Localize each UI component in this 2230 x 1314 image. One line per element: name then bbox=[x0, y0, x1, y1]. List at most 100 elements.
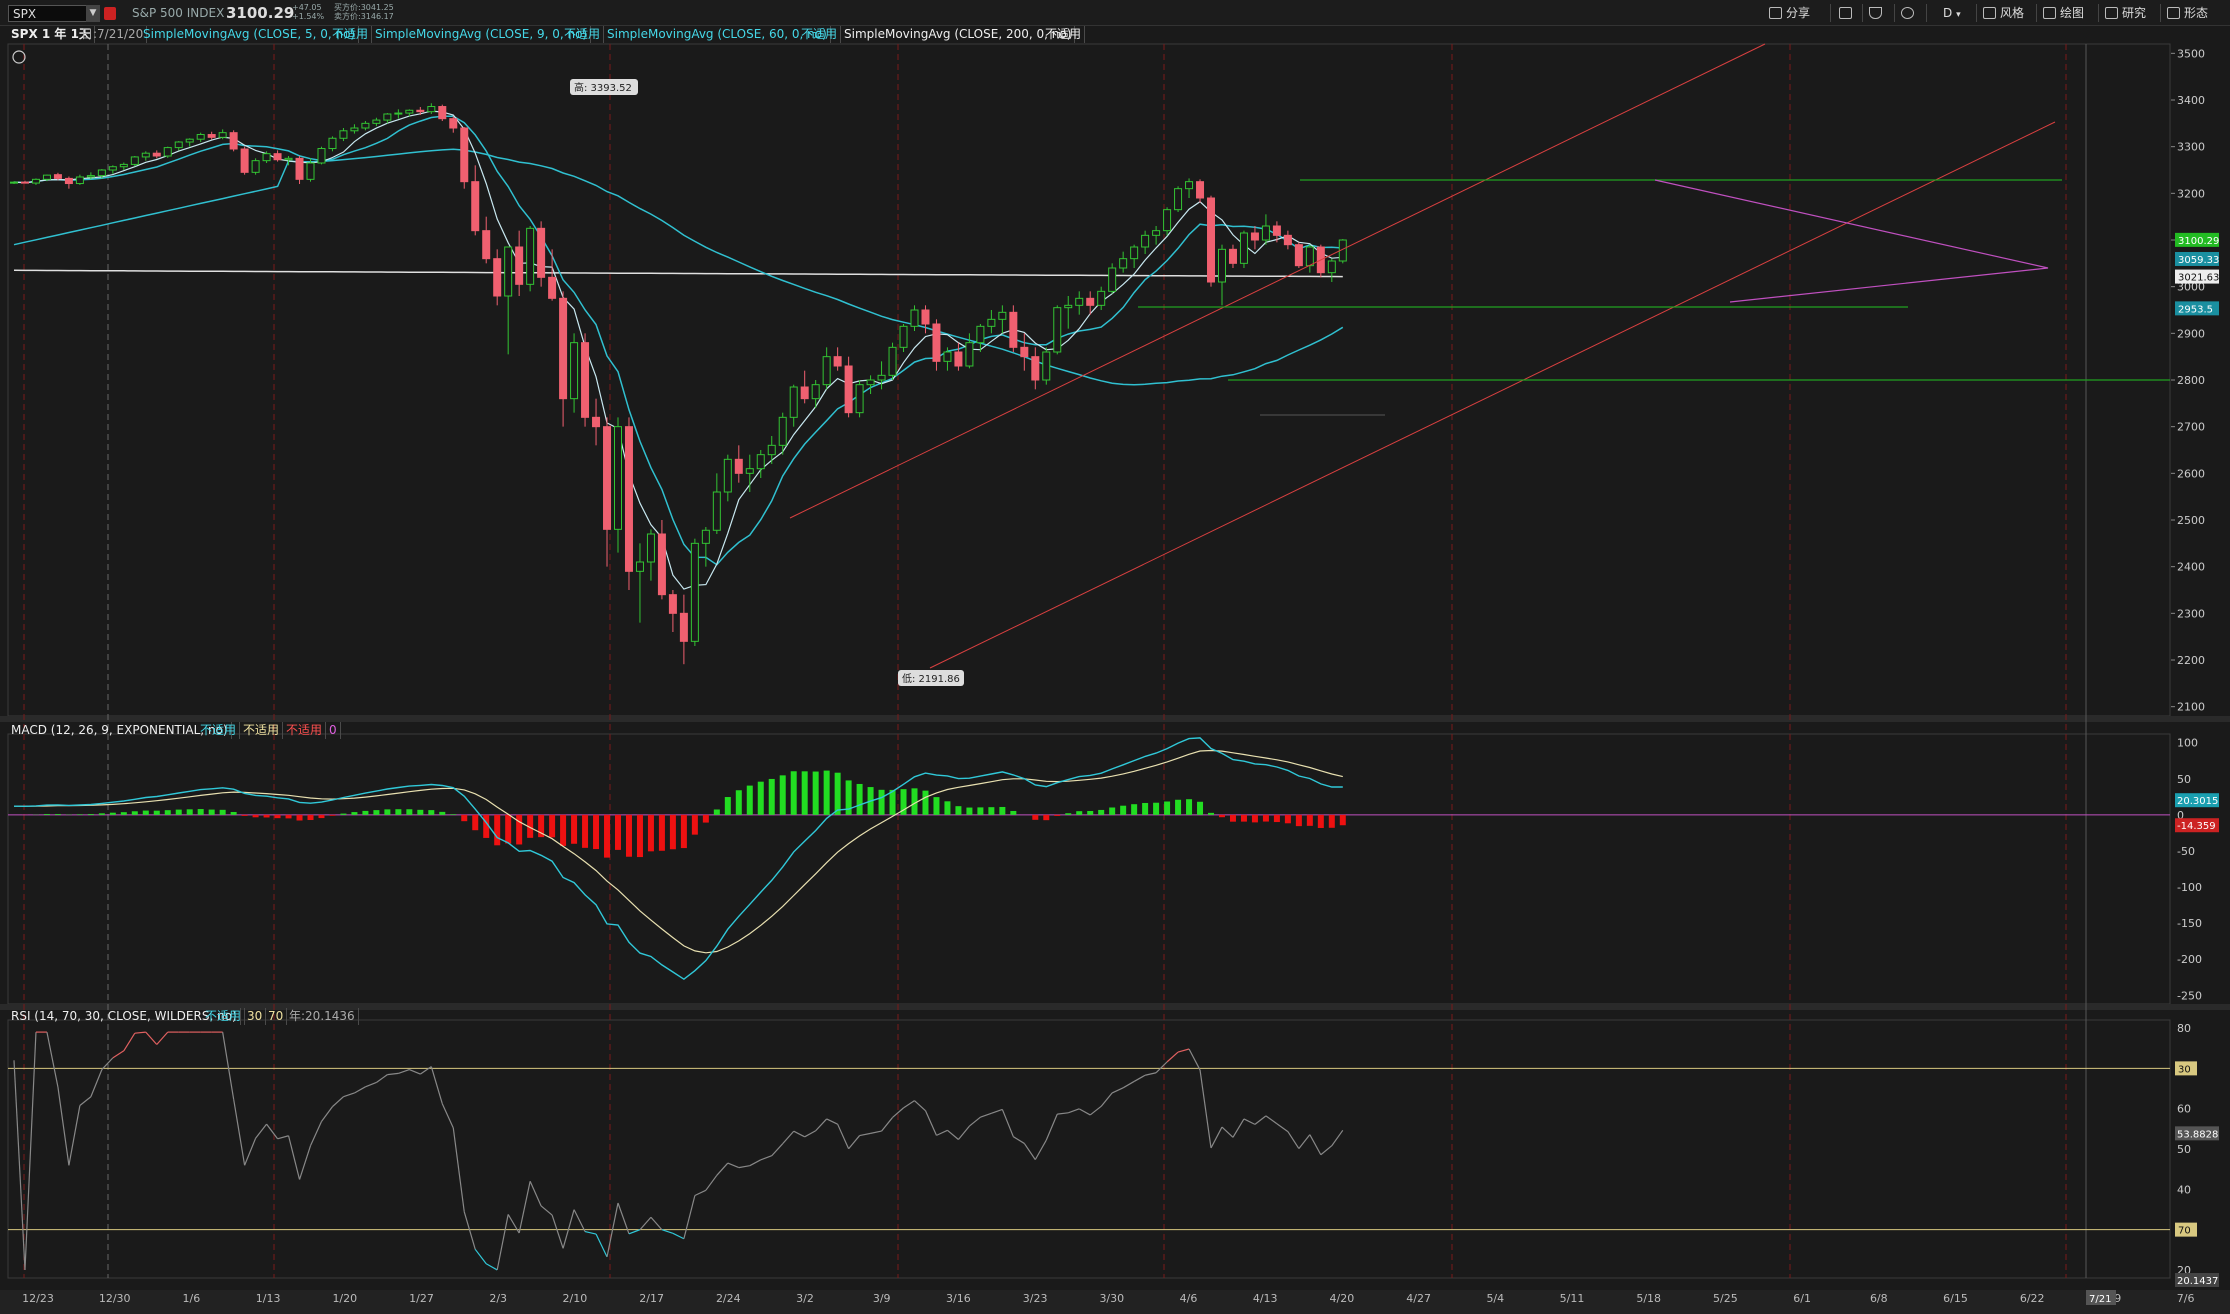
candle-body bbox=[86, 175, 95, 178]
style-button[interactable]: 风格 bbox=[1980, 4, 2027, 22]
y-tick-label: 2600 bbox=[2177, 467, 2205, 480]
x-tick-label: 12/23 bbox=[22, 1292, 54, 1305]
candle-body bbox=[844, 365, 853, 414]
x-tick-label: 5/18 bbox=[1636, 1292, 1661, 1305]
pattern-label: 形态 bbox=[2184, 6, 2209, 20]
price-change: +47.05 +1.54% bbox=[292, 3, 324, 21]
x-tick-label: 4/13 bbox=[1253, 1292, 1278, 1305]
x-tick-label: 2/24 bbox=[716, 1292, 741, 1305]
y-tick-label: 2300 bbox=[2177, 607, 2205, 620]
chart-button[interactable] bbox=[1836, 4, 1859, 22]
macd-histogram-bar bbox=[691, 814, 698, 835]
x-tick-label: 6/22 bbox=[2020, 1292, 2045, 1305]
last-price: 3100.29 bbox=[226, 4, 295, 22]
research-button[interactable]: 研究 bbox=[2102, 4, 2149, 22]
macd-histogram-bar bbox=[1120, 805, 1127, 815]
timeframe-button[interactable]: D ▾ bbox=[1940, 4, 1964, 22]
macd-histogram-bar bbox=[1098, 809, 1105, 815]
candle-body bbox=[152, 152, 161, 157]
candle-body bbox=[581, 342, 590, 418]
candle-body bbox=[1228, 248, 1237, 264]
macd-histogram-bar bbox=[340, 813, 347, 815]
macd-histogram-bar bbox=[329, 814, 336, 816]
candle-body bbox=[888, 346, 897, 376]
pattern-button[interactable]: 形态 bbox=[2164, 4, 2211, 22]
candle-body bbox=[284, 157, 293, 161]
candle-body bbox=[690, 542, 699, 642]
sma200-label[interactable]: SimpleMovingAvg (CLOSE, 200, 0, no) bbox=[841, 26, 1076, 43]
candle-body bbox=[723, 458, 732, 493]
macd-histogram-bar bbox=[1208, 812, 1215, 815]
macd-histogram-bar bbox=[955, 806, 962, 815]
macd-histogram-bar bbox=[746, 785, 753, 815]
toolbar-divider bbox=[1926, 4, 1927, 22]
macd-histogram-bar bbox=[1054, 814, 1061, 816]
toolbar-divider bbox=[1894, 4, 1895, 22]
macd-signal-value: 不适用 bbox=[240, 722, 284, 739]
macd-histogram-bar bbox=[713, 809, 720, 815]
candle-body bbox=[1250, 232, 1259, 241]
price-tag-label: 3100.29 bbox=[2178, 236, 2219, 247]
macd-histogram-bar bbox=[1131, 804, 1138, 815]
candle-body bbox=[1097, 290, 1106, 306]
share-icon bbox=[1769, 7, 1782, 19]
sma60-label[interactable]: SimpleMovingAvg (CLOSE, 60, 0, no) bbox=[604, 26, 831, 43]
bid-price: 买方价:3041.25 bbox=[334, 3, 394, 12]
macd-histogram-bar bbox=[505, 814, 512, 844]
sma5-label[interactable]: SimpleMovingAvg (CLOSE, 5, 0, no) bbox=[140, 26, 360, 43]
macd-y-tick: -250 bbox=[2177, 989, 2202, 1002]
flag-icon[interactable] bbox=[104, 7, 116, 20]
candle-body bbox=[64, 177, 73, 185]
settings-button[interactable] bbox=[1898, 4, 1921, 22]
candle-body bbox=[756, 454, 765, 470]
rsi-ob-tag-label: 30 bbox=[2178, 1064, 2191, 1075]
macd-histogram-bar bbox=[142, 810, 149, 815]
rsi-y-tick: 50 bbox=[2177, 1143, 2191, 1156]
candle-body bbox=[361, 122, 370, 129]
macd-histogram-bar bbox=[933, 797, 940, 815]
candle-body bbox=[932, 323, 941, 362]
macd-histogram-bar bbox=[669, 814, 676, 850]
symbol-dropdown-icon[interactable]: ▼ bbox=[86, 5, 100, 22]
drawing-button[interactable]: 绘图 bbox=[2040, 4, 2087, 22]
top-toolbar: SPX ▼ S&P 500 INDEX 3100.29 +47.05 +1.54… bbox=[0, 0, 2230, 26]
candle-body bbox=[921, 309, 930, 325]
macd-histogram-bar bbox=[109, 812, 116, 815]
sma9-value: 不适用 bbox=[561, 26, 605, 43]
candle-body bbox=[427, 106, 436, 113]
macd-signal-tag-label: -14.359 bbox=[2177, 821, 2216, 832]
candle-body bbox=[1009, 311, 1018, 348]
macd-histogram-bar bbox=[702, 814, 709, 823]
candle-body bbox=[405, 109, 414, 114]
candle-body bbox=[1185, 181, 1194, 190]
macd-histogram-bar bbox=[1262, 814, 1269, 822]
rsi-last-tag-label: 53.8828 bbox=[2177, 1129, 2218, 1140]
macd-histogram-bar bbox=[428, 810, 435, 815]
macd-y-tick: 50 bbox=[2177, 773, 2191, 786]
macd-histogram-bar bbox=[153, 810, 160, 815]
macd-histogram-bar bbox=[823, 770, 830, 815]
macd-histogram-bar bbox=[274, 814, 281, 819]
candle-body bbox=[130, 156, 139, 165]
candle-body bbox=[1261, 225, 1270, 241]
pattern-icon bbox=[2167, 7, 2180, 19]
flask-button[interactable] bbox=[1866, 4, 1889, 22]
y-tick-label: 2200 bbox=[2177, 654, 2205, 667]
x-tick-label: 6/1 bbox=[1793, 1292, 1811, 1305]
sma9-label[interactable]: SimpleMovingAvg (CLOSE, 9, 0, no) bbox=[372, 26, 592, 43]
share-button[interactable]: 分享 bbox=[1766, 4, 1813, 22]
candle-body bbox=[163, 147, 172, 157]
chart-canvas[interactable]: 12/23 12/30 1/6 1/13 1/20 1/27 2/3 2/10 2/17 2/24… bbox=[0, 0, 2230, 1314]
macd-histogram-bar bbox=[966, 807, 973, 815]
macd-histogram-bar bbox=[87, 814, 94, 815]
macd-histogram-bar bbox=[516, 814, 523, 845]
candle-body bbox=[174, 141, 183, 149]
candle-body bbox=[701, 529, 710, 544]
candle-body bbox=[789, 386, 798, 418]
x-tick-label: 1/6 bbox=[183, 1292, 201, 1305]
candle-body bbox=[449, 118, 458, 129]
macd-histogram-bar bbox=[1087, 810, 1094, 815]
candle-body bbox=[185, 138, 194, 143]
x-tick-label: 5/4 bbox=[1486, 1292, 1504, 1305]
date-tag-label: 7/21 bbox=[2089, 1294, 2111, 1305]
